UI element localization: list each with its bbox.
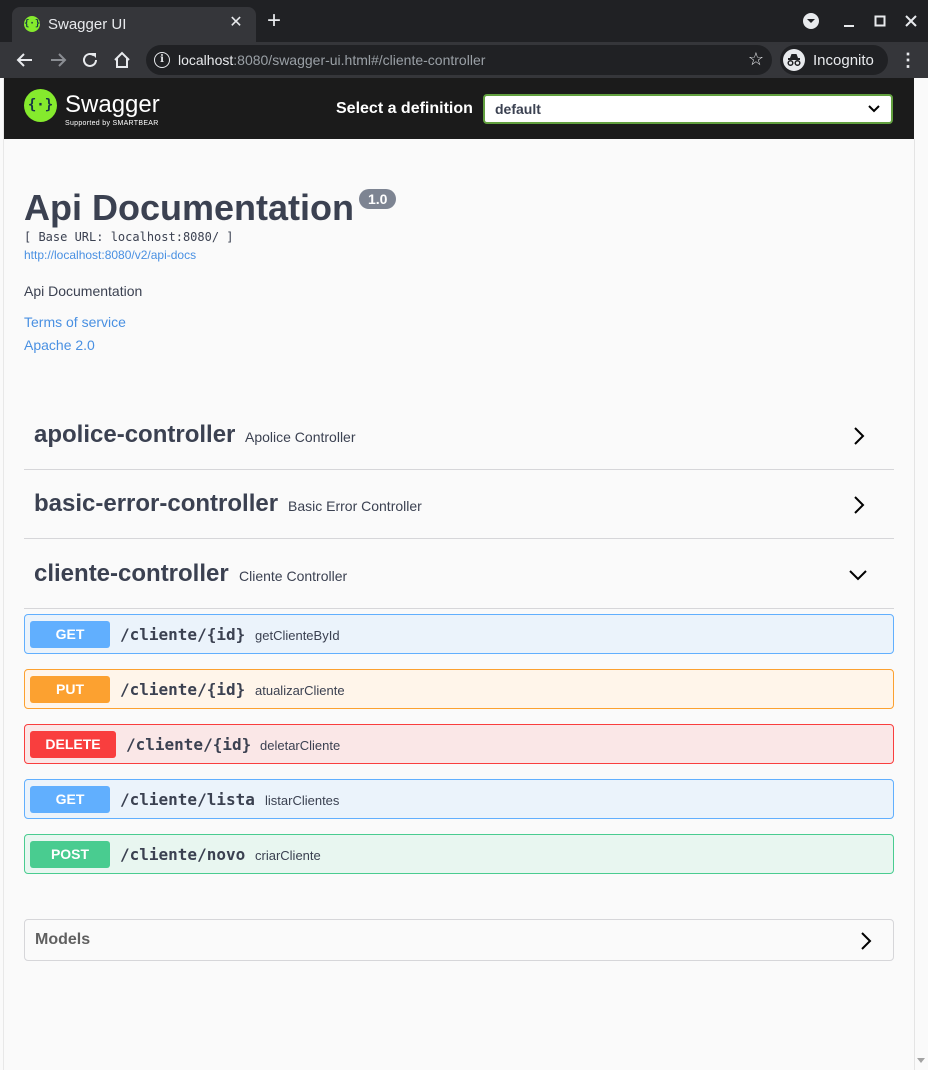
operation-put-atualizar-cliente[interactable]: PUT /cliente/{id} atualizarCliente <box>24 669 894 709</box>
api-docs-link[interactable]: http://localhost:8080/v2/api-docs <box>24 248 196 262</box>
operation-summary: criarCliente <box>255 848 321 863</box>
definition-select[interactable]: default <box>483 94 893 124</box>
forward-arrow-icon[interactable] <box>46 48 70 72</box>
method-badge-put: PUT <box>30 676 110 703</box>
api-description: Api Documentation <box>24 283 143 299</box>
reload-icon[interactable] <box>78 48 102 72</box>
new-tab-button[interactable]: + <box>262 9 286 34</box>
terms-of-service-link[interactable]: Terms of service <box>24 314 126 330</box>
operation-delete-deletar-cliente[interactable]: DELETE /cliente/{id} deletarCliente <box>24 724 894 764</box>
tag-name: basic-error-controller <box>34 490 279 517</box>
chevron-down-icon[interactable] <box>846 563 870 587</box>
incognito-icon <box>783 49 805 71</box>
swagger-favicon-icon: {·} <box>24 16 40 32</box>
chevron-right-icon[interactable] <box>853 929 877 953</box>
close-window-icon[interactable] <box>900 10 922 32</box>
operation-summary: deletarCliente <box>260 738 341 753</box>
tag-cliente-controller[interactable]: cliente-controller Cliente Controller <box>24 539 894 609</box>
method-badge-post: POST <box>30 841 110 868</box>
tab-search-icon[interactable] <box>800 10 822 32</box>
method-badge-get: GET <box>30 786 110 813</box>
method-badge-get: GET <box>30 621 110 648</box>
definition-label: Select a definition <box>336 100 473 117</box>
browser-toolbar: i localhost:8080/swagger-ui.html#/client… <box>0 42 928 78</box>
chevron-down-icon <box>867 102 881 121</box>
back-arrow-icon[interactable] <box>13 48 37 72</box>
definition-select-value: default <box>495 101 541 117</box>
scroll-down-arrow-icon[interactable] <box>917 1058 925 1063</box>
license-link[interactable]: Apache 2.0 <box>24 337 95 353</box>
logo-subtitle: Supported by SMARTBEAR <box>65 120 159 127</box>
browser-menu-icon[interactable]: ⋮ <box>896 48 920 72</box>
tab-title: Swagger UI <box>48 16 127 33</box>
maximize-window-icon[interactable] <box>869 10 891 32</box>
tag-description: Cliente Controller <box>239 568 348 584</box>
base-url: [ Base URL: localhost:8080/ ] <box>24 230 234 244</box>
bookmark-star-icon[interactable]: ☆ <box>748 49 764 70</box>
left-edge <box>0 78 4 1070</box>
swagger-logo-icon: {·} <box>24 89 57 122</box>
tag-description: Basic Error Controller <box>288 498 422 514</box>
operation-get-listar-clientes[interactable]: GET /cliente/lista listarClientes <box>24 779 894 819</box>
browser-tab-strip: {·} Swagger UI ✕ + <box>0 0 928 42</box>
operation-path: /cliente/{id} <box>126 735 252 754</box>
models-section[interactable]: Models <box>24 919 894 961</box>
site-info-icon[interactable]: i <box>154 52 170 68</box>
operation-path: /cliente/{id} <box>120 680 246 699</box>
swagger-logo[interactable]: {·} Swagger Supported by SMARTBEAR <box>24 89 174 129</box>
logo-text: Swagger <box>65 91 160 118</box>
operation-summary: atualizarCliente <box>255 683 345 698</box>
incognito-label: Incognito <box>813 52 874 69</box>
method-badge-delete: DELETE <box>30 731 116 758</box>
operation-path: /cliente/{id} <box>120 625 246 644</box>
operation-post-criar-cliente[interactable]: POST /cliente/novo criarCliente <box>24 834 894 874</box>
chevron-right-icon[interactable] <box>846 493 870 517</box>
version-badge: 1.0 <box>359 189 397 209</box>
operation-path: /cliente/novo <box>120 845 246 864</box>
vertical-scrollbar[interactable] <box>914 139 928 1070</box>
models-title: Models <box>35 931 91 948</box>
swagger-topbar: {·} Swagger Supported by SMARTBEAR Selec… <box>4 78 914 139</box>
tag-name: apolice-controller <box>34 421 236 448</box>
tag-description: Apolice Controller <box>245 429 356 445</box>
minimize-window-icon[interactable] <box>838 10 860 32</box>
page-title: Api Documentation <box>24 187 354 228</box>
chevron-right-icon[interactable] <box>846 424 870 448</box>
home-icon[interactable] <box>110 48 134 72</box>
operation-summary: getClienteById <box>255 628 340 643</box>
incognito-badge[interactable]: Incognito <box>780 45 888 75</box>
tag-apolice-controller[interactable]: apolice-controller Apolice Controller <box>24 400 894 470</box>
address-bar[interactable]: i localhost:8080/swagger-ui.html#/client… <box>146 45 772 75</box>
browser-tab[interactable]: {·} Swagger UI ✕ <box>12 7 256 42</box>
operation-summary: listarClientes <box>265 793 340 808</box>
close-tab-icon[interactable]: ✕ <box>226 13 246 33</box>
url-text: localhost:8080/swagger-ui.html#/cliente-… <box>178 52 486 68</box>
tag-name: cliente-controller <box>34 560 229 587</box>
operation-get-cliente-by-id[interactable]: GET /cliente/{id} getClienteById <box>24 614 894 654</box>
tag-basic-error-controller[interactable]: basic-error-controller Basic Error Contr… <box>24 469 894 539</box>
operation-path: /cliente/lista <box>120 790 255 809</box>
